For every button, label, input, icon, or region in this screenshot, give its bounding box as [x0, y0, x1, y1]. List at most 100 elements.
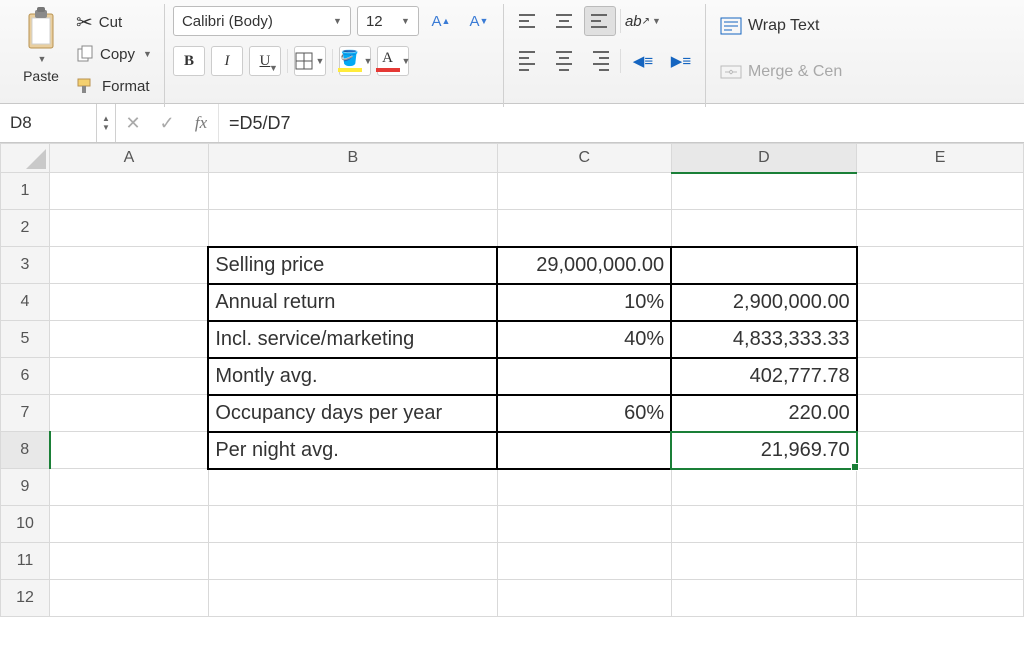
cell-E2[interactable] [857, 210, 1024, 247]
cell-D8[interactable]: 21,969.70 [671, 432, 857, 469]
cell-A1[interactable] [50, 173, 209, 210]
borders-button[interactable]: ▼ [294, 46, 326, 76]
cell-D3[interactable] [671, 247, 857, 284]
italic-button[interactable]: I [211, 46, 243, 76]
cell-E10[interactable] [857, 506, 1024, 543]
formula-input[interactable]: =D5/D7 [219, 113, 1024, 134]
cell-A4[interactable] [50, 284, 209, 321]
cell-C3[interactable]: 29,000,000.00 [497, 247, 671, 284]
cell-C1[interactable] [497, 173, 671, 210]
cell-B7[interactable]: Occupancy days per year [208, 395, 497, 432]
row-header-7[interactable]: 7 [1, 395, 50, 432]
column-header-A[interactable]: A [50, 144, 209, 173]
cell-D9[interactable] [671, 469, 857, 506]
align-top-button[interactable] [512, 6, 544, 36]
cell-C8[interactable] [497, 432, 671, 469]
cell-C9[interactable] [497, 469, 671, 506]
row-header-9[interactable]: 9 [1, 469, 50, 506]
row-header-10[interactable]: 10 [1, 506, 50, 543]
wrap-text-button[interactable]: Wrap Text [714, 10, 825, 42]
cell-A3[interactable] [50, 247, 209, 284]
cell-A6[interactable] [50, 358, 209, 395]
decrease-font-button[interactable]: A▼ [463, 6, 495, 36]
align-bottom-button[interactable] [584, 6, 616, 36]
select-all-corner[interactable] [1, 144, 50, 173]
align-center-button[interactable] [548, 46, 580, 76]
cell-B8[interactable]: Per night avg. [208, 432, 497, 469]
cell-D7[interactable]: 220.00 [671, 395, 857, 432]
cell-B1[interactable] [208, 173, 497, 210]
row-header-1[interactable]: 1 [1, 173, 50, 210]
cell-C6[interactable] [497, 358, 671, 395]
accept-formula-button[interactable]: ✓ [150, 104, 184, 142]
cell-C12[interactable] [497, 580, 671, 617]
cell-E1[interactable] [857, 173, 1024, 210]
copy-button[interactable]: Copy ▼ [72, 40, 156, 68]
bold-button[interactable]: B [173, 46, 205, 76]
cell-E7[interactable] [857, 395, 1024, 432]
cell-C7[interactable]: 60% [497, 395, 671, 432]
cell-E8[interactable] [857, 432, 1024, 469]
cell-C4[interactable]: 10% [497, 284, 671, 321]
cut-button[interactable]: ✂ Cut [72, 8, 156, 36]
cell-A11[interactable] [50, 543, 209, 580]
column-header-B[interactable]: B [208, 144, 497, 173]
cell-D6[interactable]: 402,777.78 [671, 358, 857, 395]
row-header-2[interactable]: 2 [1, 210, 50, 247]
cell-C10[interactable] [497, 506, 671, 543]
cell-A2[interactable] [50, 210, 209, 247]
cell-A7[interactable] [50, 395, 209, 432]
name-box-spinner[interactable]: ▲▼ [97, 104, 116, 142]
cell-B12[interactable] [208, 580, 497, 617]
cell-B10[interactable] [208, 506, 497, 543]
cell-C11[interactable] [497, 543, 671, 580]
cell-A5[interactable] [50, 321, 209, 358]
cell-D1[interactable] [671, 173, 857, 210]
fill-color-button[interactable]: 🪣 ▼ [339, 46, 371, 76]
cell-C2[interactable] [497, 210, 671, 247]
cell-D4[interactable]: 2,900,000.00 [671, 284, 857, 321]
row-header-11[interactable]: 11 [1, 543, 50, 580]
cell-B3[interactable]: Selling price [208, 247, 497, 284]
align-middle-button[interactable] [548, 6, 580, 36]
cell-E3[interactable] [857, 247, 1024, 284]
underline-button[interactable]: U ▼ [249, 46, 281, 76]
cell-A9[interactable] [50, 469, 209, 506]
column-header-D[interactable]: D [671, 144, 857, 173]
row-header-5[interactable]: 5 [1, 321, 50, 358]
cell-B9[interactable] [208, 469, 497, 506]
merge-center-button[interactable]: Merge & Cen [714, 56, 848, 88]
cell-B5[interactable]: Incl. service/marketing [208, 321, 497, 358]
spreadsheet-grid[interactable]: ABCDE 123Selling price29,000,000.004Annu… [0, 143, 1024, 617]
increase-font-button[interactable]: A▲ [425, 6, 457, 36]
cell-E4[interactable] [857, 284, 1024, 321]
name-box[interactable]: D8 [0, 104, 97, 142]
orientation-button[interactable]: ab↗▼ [627, 6, 659, 36]
cell-D2[interactable] [671, 210, 857, 247]
cell-B11[interactable] [208, 543, 497, 580]
paste-button[interactable]: ▼ Paste [14, 6, 68, 105]
align-right-button[interactable] [584, 46, 616, 76]
row-header-6[interactable]: 6 [1, 358, 50, 395]
align-left-button[interactable] [512, 46, 544, 76]
cell-B2[interactable] [208, 210, 497, 247]
font-name-select[interactable]: Calibri (Body) ▼ [173, 6, 351, 36]
cell-A12[interactable] [50, 580, 209, 617]
cell-E11[interactable] [857, 543, 1024, 580]
fx-label[interactable]: fx [184, 104, 219, 142]
increase-indent-button[interactable]: ▶≡ [665, 46, 697, 76]
cell-D5[interactable]: 4,833,333.33 [671, 321, 857, 358]
cell-D11[interactable] [671, 543, 857, 580]
cell-C5[interactable]: 40% [497, 321, 671, 358]
column-header-C[interactable]: C [497, 144, 671, 173]
cell-D12[interactable] [671, 580, 857, 617]
cell-E6[interactable] [857, 358, 1024, 395]
cell-E12[interactable] [857, 580, 1024, 617]
cell-B6[interactable]: Montly avg. [208, 358, 497, 395]
font-color-button[interactable]: A ▼ [377, 46, 409, 76]
cell-D10[interactable] [671, 506, 857, 543]
row-header-3[interactable]: 3 [1, 247, 50, 284]
cell-A10[interactable] [50, 506, 209, 543]
row-header-8[interactable]: 8 [1, 432, 50, 469]
row-header-12[interactable]: 12 [1, 580, 50, 617]
